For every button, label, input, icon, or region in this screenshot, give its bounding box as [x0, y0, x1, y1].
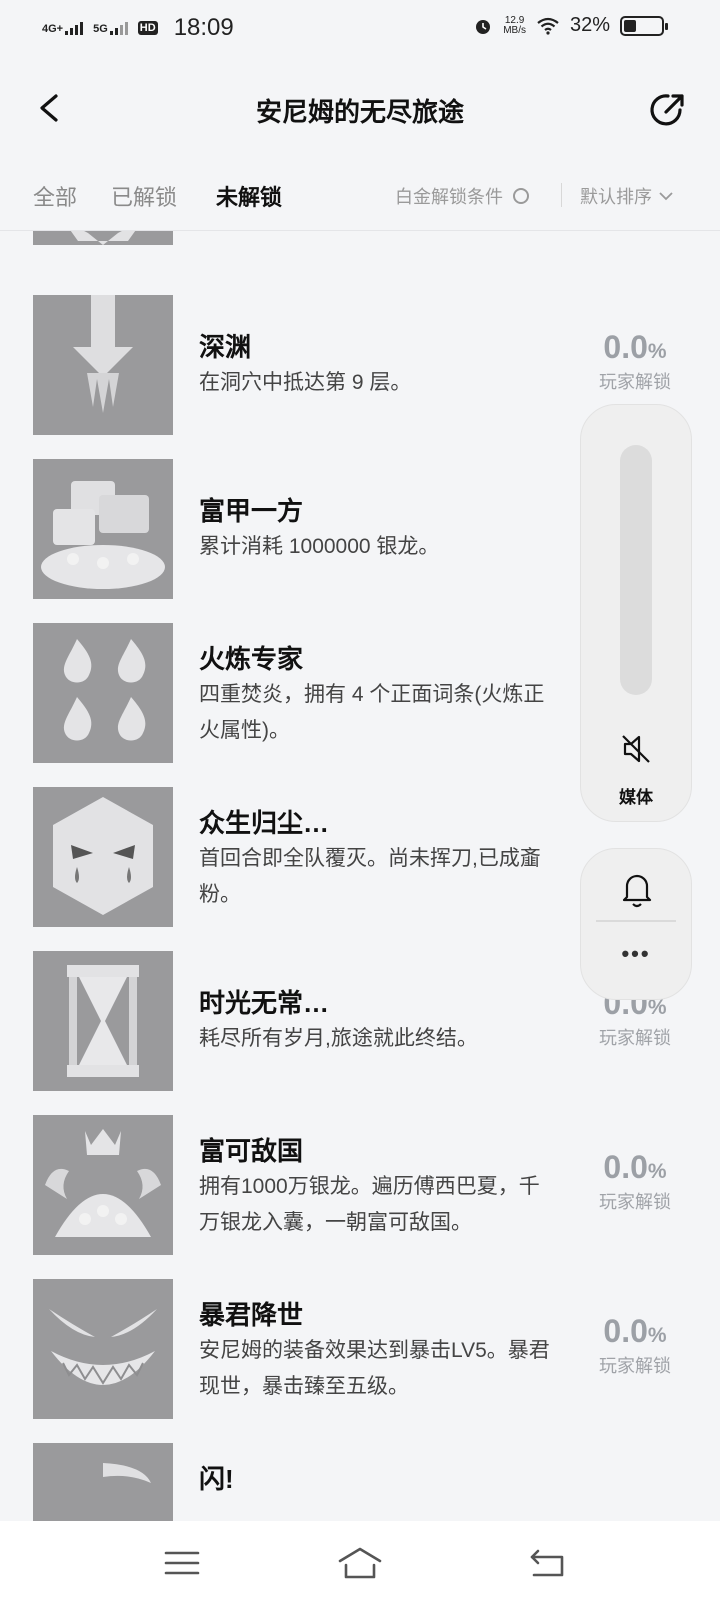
achievement-name: 富可敌国 — [199, 1136, 304, 1166]
divider — [561, 183, 562, 207]
signal-label: 4G+ — [42, 22, 64, 35]
list-item[interactable] — [0, 231, 720, 269]
radio-icon[interactable] — [513, 188, 529, 204]
achievement-name: 暴君降世 — [199, 1300, 304, 1330]
achievement-name: 富甲一方 — [199, 496, 304, 526]
list-item[interactable]: 富可敌国 拥有1000万银龙。遍历傅西巴夏，千万银龙入囊，一朝富可敌国。 0.0… — [0, 1115, 720, 1279]
achievement-desc: 在洞穴中抵达第 9 层。 — [199, 371, 412, 394]
divider — [596, 920, 676, 922]
speed-value: 12.9 — [504, 14, 525, 26]
signal-5g-icon: 5G — [93, 21, 128, 35]
alarm-icon — [476, 19, 491, 34]
wifi-icon — [537, 17, 559, 35]
crest-icon — [33, 231, 173, 245]
percent-label: 玩家解锁 — [599, 372, 671, 392]
filter-tabs: 全部 已解锁 未解锁 白金解锁条件 默认排序 — [0, 168, 720, 231]
percent-label: 玩家解锁 — [599, 1192, 671, 1212]
percent-label: 玩家解锁 — [599, 1028, 671, 1048]
bell-icon[interactable] — [619, 869, 655, 909]
battery-icon — [620, 15, 668, 36]
platinum-condition-label: 白金解锁条件 — [395, 187, 503, 207]
list-item[interactable]: 暴君降世 安尼姆的装备效果达到暴击LV5。暴君现世，暴击臻至五级。 0.0% 玩… — [0, 1279, 720, 1443]
platinum-condition-toggle[interactable]: 白金解锁条件 — [395, 183, 529, 209]
feather-icon — [33, 1443, 173, 1521]
hd-icon: HD — [137, 21, 158, 35]
signal-label: 5G — [93, 22, 108, 35]
achievement-desc: 耗尽所有岁月,旅途就此终结。 — [199, 1027, 478, 1050]
percent-value: 0.0% — [603, 1149, 667, 1185]
more-options-button[interactable]: ••• — [581, 941, 691, 967]
achievement-name: 闪! — [199, 1464, 234, 1494]
crying-mask-icon — [33, 787, 173, 927]
percent-value: 0.0% — [603, 1313, 667, 1349]
battery-percent: 32% — [569, 14, 610, 36]
achievement-desc: 累计消耗 1000000 银龙。 — [199, 535, 440, 558]
hourglass-icon — [33, 951, 173, 1091]
signal-4g-icon: 4G+ — [42, 21, 84, 35]
dragon-crown-icon — [33, 1115, 173, 1255]
tab-locked[interactable]: 未解锁 — [216, 180, 282, 212]
achievement-desc: 首回合即全队覆灭。尚未挥刀,已成齑粉。 — [199, 847, 541, 906]
grin-face-icon — [33, 1279, 173, 1419]
ringer-panel: ••• — [580, 848, 692, 1000]
page-title: 安尼姆的无尽旅途 — [255, 97, 464, 127]
home-icon[interactable] — [336, 1541, 384, 1585]
menu-icon[interactable] — [158, 1541, 206, 1585]
network-speed: 12.9 MB/s — [503, 14, 526, 36]
four-flames-icon — [33, 623, 173, 763]
share-icon[interactable] — [646, 88, 690, 132]
status-left: 4G+ 5G HD 18:09 — [42, 14, 234, 42]
downward-arrow-icon — [33, 295, 173, 435]
volume-slider[interactable] — [620, 445, 652, 695]
speaker-muted-icon[interactable] — [617, 730, 655, 768]
achievement-name: 时光无常… — [199, 988, 330, 1018]
tab-unlocked[interactable]: 已解锁 — [111, 180, 177, 212]
list-item[interactable]: 闪! — [0, 1443, 720, 1521]
app-header: 安尼姆的无尽旅途 — [0, 58, 720, 168]
tab-all[interactable]: 全部 — [33, 180, 77, 212]
achievement-name: 深渊 — [199, 332, 252, 362]
achievement-name: 众生归尘… — [199, 808, 330, 838]
achievement-desc: 安尼姆的装备效果达到暴击LV5。暴君现世，暴击臻至五级。 — [199, 1339, 550, 1398]
system-nav-bar — [0, 1521, 720, 1605]
status-bar: 4G+ 5G HD 18:09 12.9 MB/s 32% — [0, 0, 720, 58]
speed-unit: MB/s — [503, 24, 526, 36]
volume-panel: 媒体 — [580, 404, 692, 822]
sort-dropdown[interactable]: 默认排序 — [580, 183, 674, 209]
achievement-name: 火炼专家 — [199, 644, 304, 674]
treasure-chest-icon — [33, 459, 173, 599]
clock: 18:09 — [173, 14, 234, 41]
status-right: 12.9 MB/s 32% — [473, 14, 668, 37]
chevron-down-icon — [659, 192, 673, 201]
sort-label: 默认排序 — [580, 187, 652, 207]
unlock-percent: 0.0% 玩家解锁 — [590, 329, 680, 394]
achievement-desc: 拥有1000万银龙。遍历傅西巴夏，千万银龙入囊，一朝富可敌国。 — [199, 1175, 540, 1234]
unlock-percent: 0.0% 玩家解锁 — [590, 1149, 680, 1214]
media-label: 媒体 — [619, 788, 653, 807]
achievement-desc: 四重焚炎，拥有 4 个正面词条(火炼正火属性)。 — [199, 683, 545, 742]
back-icon[interactable] — [524, 1541, 572, 1585]
percent-label: 玩家解锁 — [599, 1356, 671, 1376]
battery-level — [624, 19, 636, 32]
unlock-percent: 0.0% 玩家解锁 — [590, 1313, 680, 1378]
percent-value: 0.0% — [603, 329, 667, 365]
